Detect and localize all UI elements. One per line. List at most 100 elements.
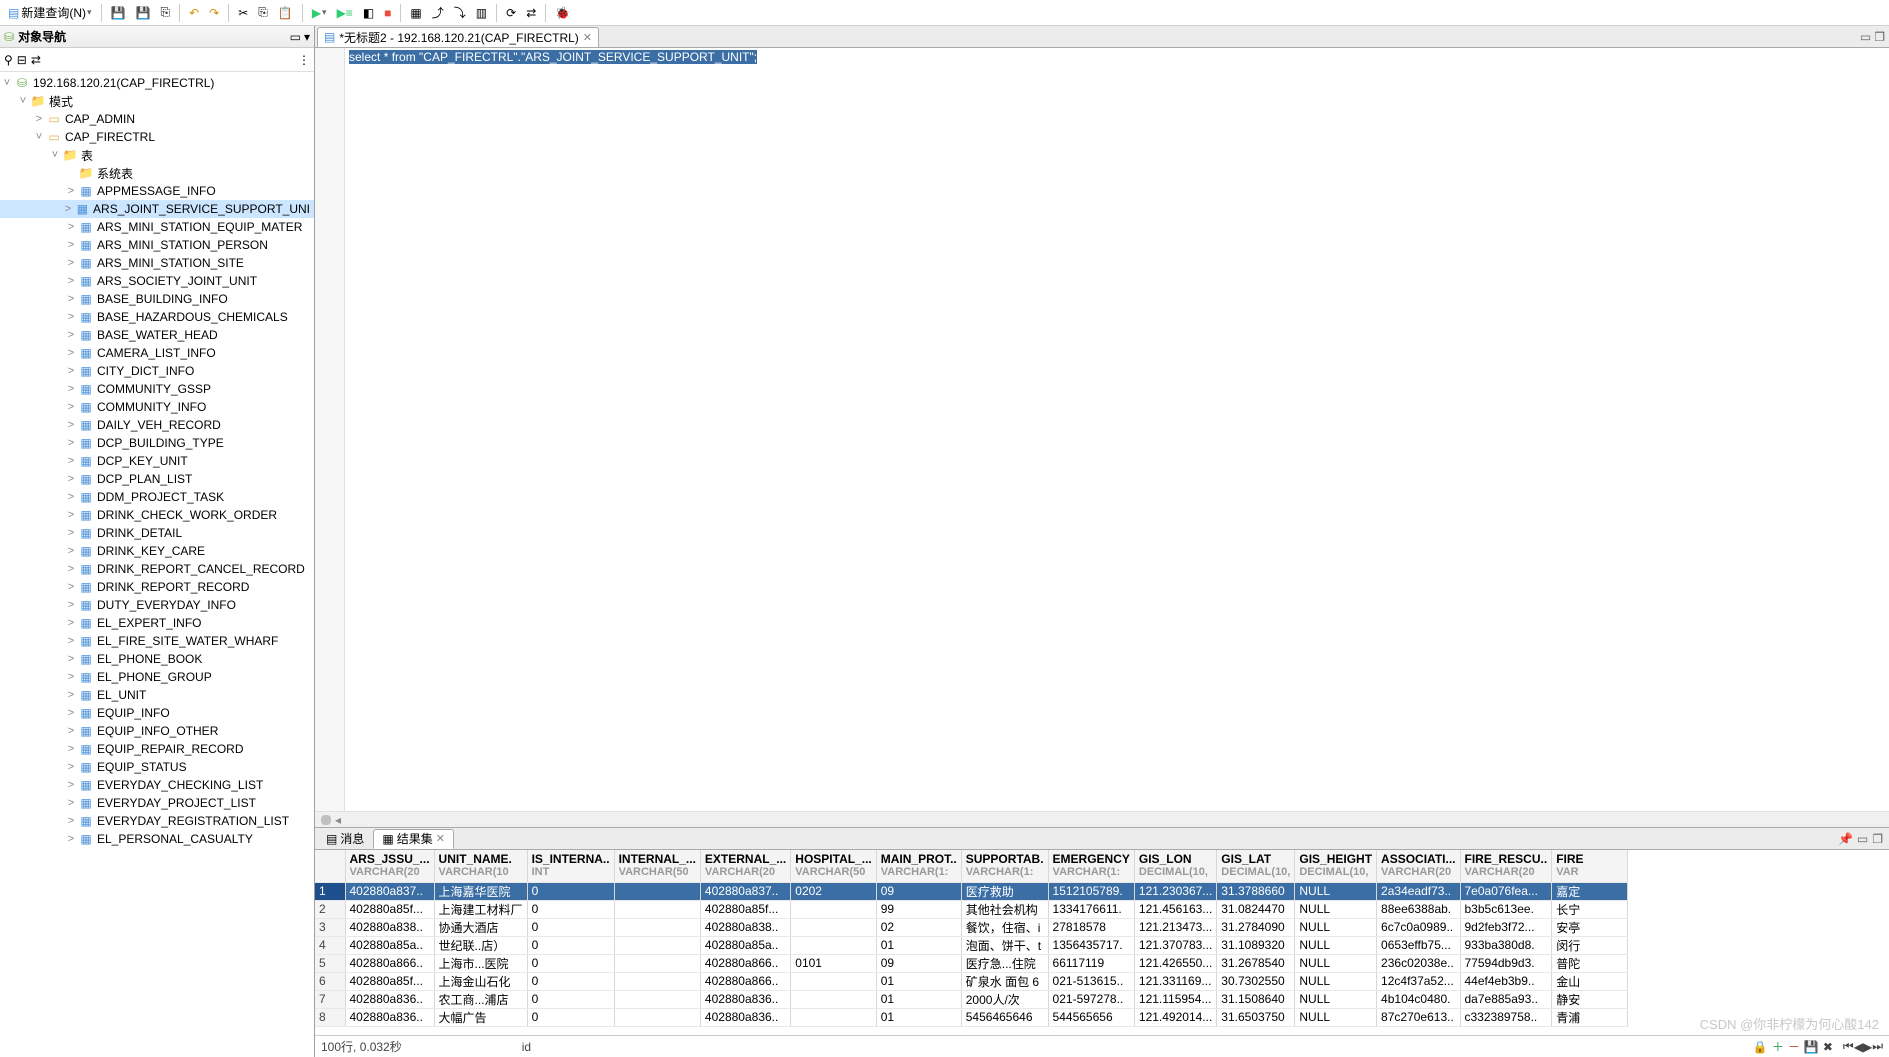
cell[interactable]: NULL bbox=[1295, 936, 1377, 954]
cell[interactable]: NULL bbox=[1295, 972, 1377, 990]
tree-node[interactable]: ˃▦CAMERA_LIST_INFO bbox=[0, 344, 314, 362]
tree-node[interactable]: ˃▦EL_PERSONAL_CASUALTY bbox=[0, 830, 314, 848]
cell[interactable]: 31.3788660 bbox=[1217, 882, 1295, 900]
column-header[interactable]: FIREVAR bbox=[1552, 850, 1628, 882]
cell[interactable]: 402880a836.. bbox=[345, 990, 434, 1008]
cell[interactable]: 02 bbox=[876, 918, 961, 936]
twisty-icon[interactable]: ˃ bbox=[32, 113, 46, 125]
cell[interactable]: 青浦 bbox=[1552, 1008, 1628, 1026]
table-row[interactable]: 7402880a836..农工商...浦店0402880a836..012000… bbox=[315, 990, 1628, 1008]
cell[interactable]: 44ef4eb3b9.. bbox=[1460, 972, 1552, 990]
cell[interactable] bbox=[614, 954, 700, 972]
cell[interactable]: 402880a85f... bbox=[345, 900, 434, 918]
cell[interactable]: 9d2feb3f72... bbox=[1460, 918, 1552, 936]
cell[interactable]: 2000人/次 bbox=[961, 990, 1048, 1008]
cell[interactable]: 402880a836.. bbox=[345, 1008, 434, 1026]
tree-node[interactable]: ˃▦ARS_MINI_STATION_PERSON bbox=[0, 236, 314, 254]
tree-node[interactable]: ˃▦EQUIP_STATUS bbox=[0, 758, 314, 776]
tree-node[interactable]: ˃▦DCP_PLAN_LIST bbox=[0, 470, 314, 488]
cell[interactable]: NULL bbox=[1295, 990, 1377, 1008]
restore-icon[interactable]: ❐ bbox=[1872, 832, 1883, 846]
cell[interactable]: 1334176611. bbox=[1048, 900, 1134, 918]
tree-node[interactable]: ˃▦DRINK_KEY_CARE bbox=[0, 542, 314, 560]
tree-node[interactable]: ˃▦DCP_KEY_UNIT bbox=[0, 452, 314, 470]
cell[interactable]: 0 bbox=[527, 882, 614, 900]
cell[interactable]: 121.370783... bbox=[1134, 936, 1216, 954]
tree-node[interactable]: ˃▦EVERYDAY_PROJECT_LIST bbox=[0, 794, 314, 812]
cell[interactable]: c332389758.. bbox=[1460, 1008, 1552, 1026]
cell[interactable]: 87c270e613.. bbox=[1377, 1008, 1460, 1026]
cell[interactable]: 0 bbox=[527, 918, 614, 936]
cell[interactable] bbox=[614, 882, 700, 900]
cell[interactable]: 上海建工材料厂 bbox=[434, 900, 527, 918]
cell[interactable]: 世纪联..店） bbox=[434, 936, 527, 954]
cell[interactable]: 09 bbox=[876, 954, 961, 972]
grid-button[interactable]: ▦ bbox=[406, 2, 425, 24]
commit-button[interactable]: ◧ bbox=[359, 2, 378, 24]
cell[interactable]: 6c7c0a0989.. bbox=[1377, 918, 1460, 936]
cell[interactable]: 544565656 bbox=[1048, 1008, 1134, 1026]
tree-node[interactable]: ˃▦EQUIP_INFO_OTHER bbox=[0, 722, 314, 740]
twisty-icon[interactable]: ˃ bbox=[64, 653, 78, 665]
add-row-icon[interactable]: ＋ bbox=[1772, 1038, 1784, 1055]
tree-node[interactable]: ˃▦BASE_HAZARDOUS_CHEMICALS bbox=[0, 308, 314, 326]
column-header[interactable]: IS_INTERNA..INT bbox=[527, 850, 614, 882]
column-header[interactable]: HOSPITAL_...VARCHAR(50 bbox=[791, 850, 876, 882]
tree-node[interactable]: ˅▭CAP_FIRECTRL bbox=[0, 128, 314, 146]
tree-node[interactable]: ˃▦EQUIP_REPAIR_RECORD bbox=[0, 740, 314, 758]
cell[interactable]: 402880a838.. bbox=[345, 918, 434, 936]
cell[interactable]: 0 bbox=[527, 936, 614, 954]
twisty-icon[interactable]: ˅ bbox=[48, 149, 62, 161]
cell[interactable]: 01 bbox=[876, 990, 961, 1008]
twisty-icon[interactable]: ˃ bbox=[64, 743, 78, 755]
cell[interactable]: b3b5c613ee. bbox=[1460, 900, 1552, 918]
cell[interactable]: 0 bbox=[527, 900, 614, 918]
cell[interactable]: 0101 bbox=[791, 954, 876, 972]
cell[interactable]: NULL bbox=[1295, 900, 1377, 918]
column-header[interactable]: ASSOCIATI...VARCHAR(20 bbox=[1377, 850, 1460, 882]
cell[interactable]: 闵行 bbox=[1552, 936, 1628, 954]
cell[interactable]: 121.230367... bbox=[1134, 882, 1216, 900]
tree-node[interactable]: ˃▦COMMUNITY_INFO bbox=[0, 398, 314, 416]
twisty-icon[interactable]: ˃ bbox=[64, 761, 78, 773]
object-tree[interactable]: ˅⛁192.168.120.21(CAP_FIRECTRL)˅📁模式˃▭CAP_… bbox=[0, 72, 314, 1057]
cell[interactable]: 402880a836.. bbox=[700, 1008, 790, 1026]
cell[interactable] bbox=[614, 936, 700, 954]
cell[interactable]: 农工商...浦店 bbox=[434, 990, 527, 1008]
cell[interactable]: 402880a85a.. bbox=[700, 936, 790, 954]
twisty-icon[interactable]: ˃ bbox=[64, 437, 78, 449]
tree-node[interactable]: ˃▦DUTY_EVERYDAY_INFO bbox=[0, 596, 314, 614]
editor-hscroll[interactable]: ◂ bbox=[315, 811, 1889, 827]
filter-icon[interactable]: ⚲ bbox=[4, 53, 13, 67]
cell[interactable]: 121.456163... bbox=[1134, 900, 1216, 918]
new-query-button[interactable]: ▤ 新建查询(N) ▾ bbox=[4, 2, 96, 24]
editor-tab[interactable]: ▤ *无标题2 - 192.168.120.21(CAP_FIRECTRL) ✕ bbox=[317, 27, 599, 47]
cell[interactable]: 12c4f37a52... bbox=[1377, 972, 1460, 990]
restore-icon[interactable]: ❐ bbox=[1874, 30, 1885, 44]
column-header[interactable]: SUPPORTAB.VARCHAR(1: bbox=[961, 850, 1048, 882]
result-grid[interactable]: ARS_JSSU_...VARCHAR(20UNIT_NAME.VARCHAR(… bbox=[315, 850, 1889, 1035]
first-page-icon[interactable]: ⏮ bbox=[1843, 1039, 1854, 1054]
cell[interactable] bbox=[791, 900, 876, 918]
tree-node[interactable]: ˃▦DDM_PROJECT_TASK bbox=[0, 488, 314, 506]
cell[interactable]: 402880a85a.. bbox=[345, 936, 434, 954]
tree-node[interactable]: ˃▦COMMUNITY_GSSP bbox=[0, 380, 314, 398]
column-header[interactable]: INTERNAL_...VARCHAR(50 bbox=[614, 850, 700, 882]
tree-node[interactable]: ˃▦CITY_DICT_INFO bbox=[0, 362, 314, 380]
link-tree-icon[interactable]: ⇄ bbox=[31, 53, 41, 67]
cell[interactable]: da7e885a93.. bbox=[1460, 990, 1552, 1008]
save-all-button[interactable]: 💾 bbox=[132, 2, 155, 24]
tree-node[interactable]: ˃▦BASE_BUILDING_INFO bbox=[0, 290, 314, 308]
cell[interactable]: NULL bbox=[1295, 1008, 1377, 1026]
table-row[interactable]: 6402880a85f...上海金山石化0402880a866..01矿泉水 面… bbox=[315, 972, 1628, 990]
cell[interactable]: 09 bbox=[876, 882, 961, 900]
cell[interactable]: 31.2678540 bbox=[1217, 954, 1295, 972]
cancel-icon[interactable]: ✖ bbox=[1823, 1040, 1833, 1054]
table-row[interactable]: 2402880a85f...上海建工材料厂0402880a85f...99其他社… bbox=[315, 900, 1628, 918]
twisty-icon[interactable]: ˃ bbox=[64, 401, 78, 413]
cell[interactable]: NULL bbox=[1295, 918, 1377, 936]
cell[interactable]: 0 bbox=[527, 990, 614, 1008]
twisty-icon[interactable]: ˃ bbox=[64, 221, 78, 233]
tree-node[interactable]: ˃▦EVERYDAY_CHECKING_LIST bbox=[0, 776, 314, 794]
collapse-icon[interactable]: ⊟ bbox=[17, 53, 27, 67]
